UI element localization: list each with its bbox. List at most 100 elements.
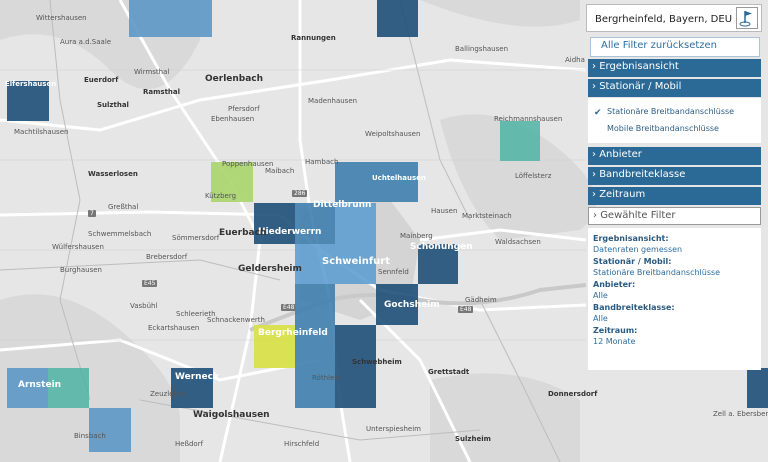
location-search bbox=[586, 4, 762, 32]
place-label: Dittelbrunn bbox=[313, 200, 372, 210]
place-label: Ebenhausen bbox=[211, 115, 255, 123]
coverage-tile[interactable] bbox=[500, 121, 540, 161]
coverage-tile[interactable] bbox=[335, 368, 376, 408]
option-label: Mobile Breitbandanschlüsse bbox=[607, 124, 719, 133]
place-label: Zell a. Ebersberg bbox=[713, 410, 768, 418]
place-label: Rannungen bbox=[291, 34, 336, 42]
summary-key: Bandbreiteklasse: bbox=[593, 303, 675, 312]
option-label: Stationäre Breitbandanschlüsse bbox=[607, 107, 735, 116]
road-label: 286 bbox=[292, 190, 308, 197]
place-label: Aidha bbox=[565, 56, 585, 64]
place-label: Burghausen bbox=[60, 266, 102, 274]
place-label: Unterspiesheim bbox=[366, 425, 421, 433]
coverage-tile[interactable] bbox=[89, 408, 131, 452]
place-label: Sulzheim bbox=[455, 435, 491, 443]
section-stationaer-mobil[interactable]: › Stationär / Mobil bbox=[588, 79, 761, 97]
place-label: Aura a.d.Saale bbox=[60, 38, 112, 46]
section-zeitraum[interactable]: › Zeitraum bbox=[588, 187, 761, 205]
place-label: Schwebheim bbox=[352, 358, 402, 366]
reset-filters-button[interactable]: Alle Filter zurücksetzen bbox=[590, 37, 760, 57]
place-label: Waigolshausen bbox=[193, 410, 270, 420]
location-search-input[interactable] bbox=[593, 6, 737, 32]
place-label: Schnackenwerth bbox=[207, 316, 265, 324]
place-label: Wittershausen bbox=[36, 14, 87, 22]
place-label: Euerbach bbox=[219, 228, 267, 238]
place-label: Sömmersdorf bbox=[172, 234, 220, 242]
place-label: Oerlenbach bbox=[205, 74, 264, 84]
road-label: 7 bbox=[88, 210, 96, 217]
place-label: Hirschfeld bbox=[284, 440, 320, 448]
place-label: Schweinfurt bbox=[322, 256, 390, 267]
option-stationaer[interactable]: ✔ Stationäre Breitbandanschlüsse bbox=[588, 106, 761, 121]
coverage-tile[interactable] bbox=[129, 0, 212, 37]
place-label: Ballingshausen bbox=[455, 45, 509, 53]
section-label: Zeitraum bbox=[599, 189, 646, 200]
section-label: Anbieter bbox=[599, 149, 642, 160]
section-label: Gewählte Filter bbox=[600, 210, 676, 221]
place-label: Grettstadt bbox=[428, 368, 470, 376]
place-label: Kützberg bbox=[205, 192, 237, 200]
place-label: Donnersdorf bbox=[548, 390, 598, 398]
coverage-tile[interactable] bbox=[747, 368, 768, 408]
section-ergebnisansicht[interactable]: › Ergebnisansicht bbox=[588, 59, 761, 77]
place-label: Greßthal bbox=[108, 203, 139, 211]
place-label: Hambach bbox=[305, 158, 339, 166]
place-label: Waldsachsen bbox=[495, 238, 541, 246]
place-label: Poppenhausen bbox=[222, 160, 274, 168]
place-label: Gädheim bbox=[465, 296, 497, 304]
place-label: Binsbach bbox=[74, 432, 106, 440]
section-bandbreiteklasse[interactable]: › Bandbreiteklasse bbox=[588, 167, 761, 185]
place-label: Vasbühl bbox=[130, 302, 158, 310]
section-label: Stationär / Mobil bbox=[599, 81, 682, 92]
place-label: Eckartshausen bbox=[148, 324, 200, 332]
section-label: Ergebnisansicht bbox=[599, 61, 679, 72]
road-label: E45 bbox=[142, 280, 158, 287]
place-label: Sulzthal bbox=[97, 101, 129, 109]
place-label: Schonungen bbox=[410, 242, 473, 252]
coverage-tile[interactable] bbox=[295, 284, 335, 325]
place-label: Weipoltshausen bbox=[365, 130, 421, 138]
section-gewaehlte-filter[interactable]: › Gewählte Filter bbox=[588, 207, 761, 225]
summary-key: Zeitraum: bbox=[593, 326, 638, 335]
place-label: Mainberg bbox=[400, 232, 433, 240]
place-label: Wasserlosen bbox=[88, 170, 138, 178]
place-label: Brebersdorf bbox=[146, 253, 188, 261]
summary-value: Alle bbox=[593, 314, 608, 323]
summary-key: Stationär / Mobil: bbox=[593, 257, 672, 266]
place-label: Uchtelhausen bbox=[372, 174, 426, 182]
selected-filters-summary: Ergebnisansicht: Datenraten gemessen Sta… bbox=[588, 228, 761, 370]
summary-value: Stationäre Breitbandanschlüsse bbox=[593, 268, 721, 277]
place-label: Maibach bbox=[265, 167, 295, 175]
place-label: Pfersdorf bbox=[228, 105, 260, 113]
place-label: Bergrheinfeld bbox=[258, 328, 328, 338]
coverage-tile[interactable] bbox=[376, 162, 418, 202]
map-view[interactable]: 286 E48 E48 E45 7 Schweinfurt Oerlenbach… bbox=[0, 0, 768, 462]
place-label: Marktsteinach bbox=[462, 212, 512, 220]
place-label: Wirmsthal bbox=[134, 68, 170, 76]
place-label: Wülfershausen bbox=[52, 243, 104, 251]
summary-key: Ergebnisansicht: bbox=[593, 234, 669, 243]
coverage-tile[interactable] bbox=[335, 162, 376, 202]
place-label: Zeuzleben bbox=[150, 390, 187, 398]
place-label: Sennfeld bbox=[378, 268, 409, 276]
place-label: Schwemmelsbach bbox=[88, 230, 152, 238]
summary-key: Anbieter: bbox=[593, 280, 636, 289]
summary-value: 12 Monate bbox=[593, 337, 636, 346]
place-label: Röthlein bbox=[312, 374, 341, 382]
coverage-tile[interactable] bbox=[377, 0, 418, 37]
place-label: Gochsheim bbox=[384, 300, 440, 310]
place-label: Elfershausen bbox=[5, 80, 57, 88]
summary-value: Datenraten gemessen bbox=[593, 245, 683, 254]
summary-value: Alle bbox=[593, 291, 608, 300]
place-label: Löffelsterz bbox=[515, 172, 552, 180]
option-mobil[interactable]: Mobile Breitbandanschlüsse bbox=[588, 123, 761, 138]
section-anbieter[interactable]: › Anbieter bbox=[588, 147, 761, 165]
map-pin-flag-icon[interactable] bbox=[736, 7, 758, 29]
place-label: Hausen bbox=[431, 207, 458, 215]
place-label: Reichmannshausen bbox=[494, 115, 563, 123]
place-label: Heßdorf bbox=[175, 440, 204, 448]
place-label: Werneck bbox=[175, 372, 219, 382]
place-label: Ramsthal bbox=[143, 88, 181, 96]
place-label: Geldersheim bbox=[238, 264, 302, 274]
place-label: Niederwerrn bbox=[258, 227, 322, 237]
